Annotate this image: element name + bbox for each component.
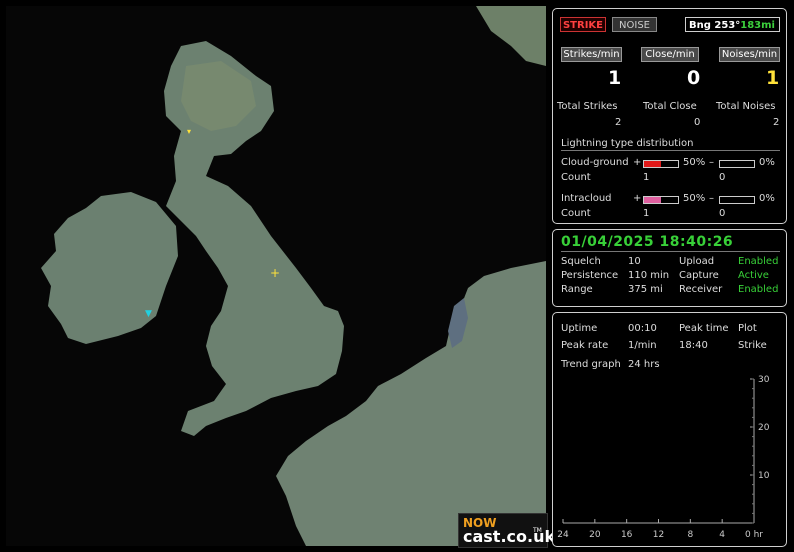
total-strikes-label: Total Strikes — [557, 101, 618, 112]
trend-panel: Uptime 00:10 Peak time Plot Peak rate 1/… — [552, 312, 787, 547]
x-tick-label: 12 — [653, 530, 664, 540]
intracloud-label: Intracloud — [561, 193, 612, 204]
intracloud-negative-pct: 0% — [759, 193, 775, 204]
x-tick-label: 20 — [589, 530, 601, 540]
cloud-ground-count-positive: 1 — [643, 172, 650, 183]
persistence-value[interactable]: 110 min — [628, 270, 669, 281]
total-close-value: 0 — [694, 117, 701, 128]
upload-status[interactable]: Enabled — [738, 256, 778, 267]
nowcast-logo[interactable]: NOW cast.co.uk TM — [458, 513, 555, 548]
strike-marker-north[interactable]: + — [270, 266, 280, 280]
upload-label: Upload — [679, 256, 715, 267]
intracloud-count-negative: 0 — [719, 208, 726, 219]
cloud-ground-count-negative: 0 — [719, 172, 726, 183]
bearing-display: Bng 253° 183mi — [685, 17, 780, 32]
y-tick-label: 20 — [758, 423, 770, 433]
x-tick-label: 4 — [719, 530, 725, 540]
settings-panel: 01/04/2025 18:40:26 Squelch 10 Upload En… — [552, 229, 787, 307]
range-value[interactable]: 375 mi — [628, 284, 663, 295]
cloud-ground-plus: + — [633, 157, 642, 168]
distribution-title: Lightning type distribution — [561, 138, 694, 149]
intracloud-positive-fill — [644, 197, 661, 203]
squelch-value[interactable]: 10 — [628, 256, 641, 267]
x-tick-label: 8 — [687, 530, 693, 540]
capture-status[interactable]: Active — [738, 270, 769, 281]
noises-per-min-header[interactable]: Noises/min — [719, 47, 780, 62]
persistence-label: Persistence — [561, 270, 619, 281]
y-tick-label: 10 — [758, 471, 770, 481]
x-tick-label: 0 hr — [745, 530, 763, 540]
distance-label: 183mi — [740, 20, 775, 31]
intracloud-count-positive: 1 — [643, 208, 650, 219]
lightning-map[interactable]: + ▼ ▾ NOW cast.co.uk TM — [6, 6, 555, 548]
bearing-label: Bng 253° — [689, 20, 741, 31]
logo-tm-text: TM — [533, 527, 542, 534]
noise-filter-button[interactable]: NOISE — [612, 17, 657, 32]
cloud-ground-positive-pct: 50% — [683, 157, 706, 168]
intracloud-positive-bar — [643, 196, 679, 204]
capture-label: Capture — [679, 270, 719, 281]
y-tick-label: 30 — [758, 375, 770, 385]
intracloud-negative-bar — [719, 196, 755, 204]
total-close-label: Total Close — [643, 101, 697, 112]
total-noises-label: Total Noises — [716, 101, 776, 112]
receiver-label: Receiver — [679, 284, 723, 295]
close-per-min-header[interactable]: Close/min — [641, 47, 699, 62]
strike-marker-scotland[interactable]: ▾ — [187, 127, 191, 136]
strikes-per-min-value: 1 — [608, 67, 622, 89]
cloud-ground-count-label: Count — [561, 172, 591, 183]
strike-filter-button[interactable]: STRIKE — [560, 17, 606, 32]
x-tick-label: 24 — [557, 530, 569, 540]
cloud-ground-minus: – — [709, 157, 714, 168]
trend-graph: 24 20 16 12 8 4 0 hr 30 20 10 — [557, 375, 770, 540]
total-strikes-value: 2 — [615, 117, 622, 128]
intracloud-plus: + — [633, 193, 642, 204]
cloud-ground-positive-bar — [643, 160, 679, 168]
receiver-status[interactable]: Enabled — [738, 284, 778, 295]
noise-marker[interactable]: ▼ — [145, 309, 152, 319]
cloud-ground-negative-pct: 0% — [759, 157, 775, 168]
intracloud-count-label: Count — [561, 208, 591, 219]
intracloud-minus: – — [709, 193, 714, 204]
datetime-display: 01/04/2025 18:40:26 — [561, 234, 734, 250]
cloud-ground-negative-bar — [719, 160, 755, 168]
total-noises-value: 2 — [773, 117, 780, 128]
close-per-min-value: 0 — [687, 67, 701, 89]
x-tick-label: 16 — [621, 530, 633, 540]
divider — [561, 150, 780, 151]
status-panel: STRIKE NOISE Bng 253° 183mi Strikes/min … — [552, 8, 787, 224]
cloud-ground-label: Cloud-ground — [561, 157, 629, 168]
strikes-per-min-header[interactable]: Strikes/min — [561, 47, 622, 62]
divider — [561, 251, 780, 252]
range-label: Range — [561, 284, 593, 295]
noises-per-min-value: 1 — [766, 67, 780, 89]
intracloud-positive-pct: 50% — [683, 193, 706, 204]
squelch-label: Squelch — [561, 256, 601, 267]
cloud-ground-positive-fill — [644, 161, 661, 167]
